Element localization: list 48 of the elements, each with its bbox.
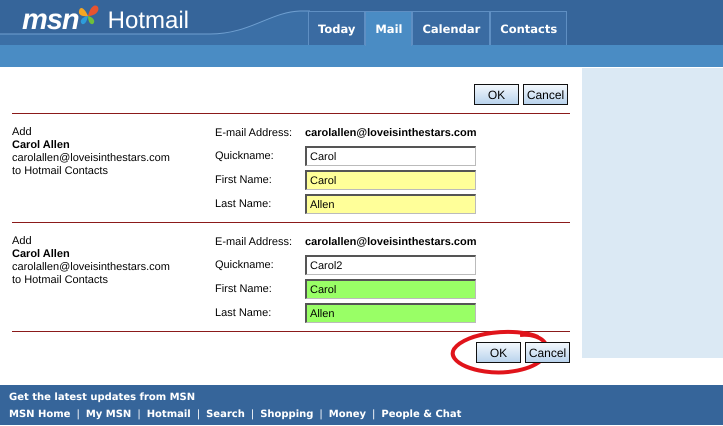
field-label: First Name:	[215, 174, 273, 186]
field-label: E-mail Address:	[215, 236, 294, 248]
intro-text: Add	[12, 126, 33, 139]
outro-text: to Hotmail Contacts	[12, 165, 109, 178]
footer-title: Get the latest updates from MSN	[9, 391, 196, 405]
nav-tab[interactable]: Calendar	[412, 11, 490, 45]
logo-text: msn	[22, 4, 79, 36]
cancel-button[interactable]: Cancel	[523, 84, 568, 105]
contact-name: Carol Allen	[12, 248, 71, 261]
email-address: carolallen@loveisinthestars.com	[305, 127, 476, 139]
field-label: Last Name:	[215, 307, 272, 319]
nav-tab[interactable]: Mail	[365, 11, 412, 46]
separator: |	[372, 408, 376, 421]
separator: |	[319, 408, 323, 421]
contact-email: carolallen@loveisinthestars.com	[12, 261, 171, 274]
nav-tab[interactable]: Contacts	[490, 11, 568, 45]
separator: |	[137, 408, 141, 421]
ok-button[interactable]: OK	[476, 342, 521, 363]
email-address: carolallen@loveisinthestars.com	[305, 236, 476, 248]
footer-link[interactable]: People & Chat	[381, 408, 462, 421]
cancel-button[interactable]: Cancel	[525, 342, 570, 363]
intro-text: Add	[12, 235, 33, 248]
input-field[interactable]: Carol2	[305, 255, 476, 275]
footer-link[interactable]: Hotmail	[146, 408, 191, 421]
footer-link[interactable]: MSN Home	[9, 408, 70, 421]
contact-email: carolallen@loveisinthestars.com	[12, 152, 171, 165]
input-field[interactable]: Carol	[305, 146, 476, 166]
field-label: Last Name:	[215, 198, 272, 210]
ok-button[interactable]: OK	[474, 84, 519, 105]
contact-name: Carol Allen	[12, 139, 71, 152]
footer-link[interactable]: Money	[328, 408, 366, 421]
separator: |	[250, 408, 254, 421]
input-field[interactable]: Carol	[305, 170, 476, 190]
input-field[interactable]: Allen	[305, 194, 476, 214]
nav-tab[interactable]: Today	[308, 11, 366, 45]
field-label: First Name:	[215, 283, 273, 295]
field-label: Quickname:	[215, 259, 275, 271]
product-name: Hotmail	[108, 6, 189, 36]
field-label: Quickname:	[215, 150, 275, 162]
field-label: E-mail Address:	[215, 127, 294, 139]
separator: |	[196, 408, 200, 421]
input-field[interactable]: Allen	[305, 303, 476, 323]
outro-text: to Hotmail Contacts	[12, 274, 109, 287]
footer-link[interactable]: Shopping	[260, 408, 314, 421]
footer-link[interactable]: Search	[206, 408, 245, 421]
footer-link[interactable]: My MSN	[86, 408, 132, 421]
input-field[interactable]: Carol	[305, 279, 476, 299]
separator: |	[76, 408, 80, 421]
